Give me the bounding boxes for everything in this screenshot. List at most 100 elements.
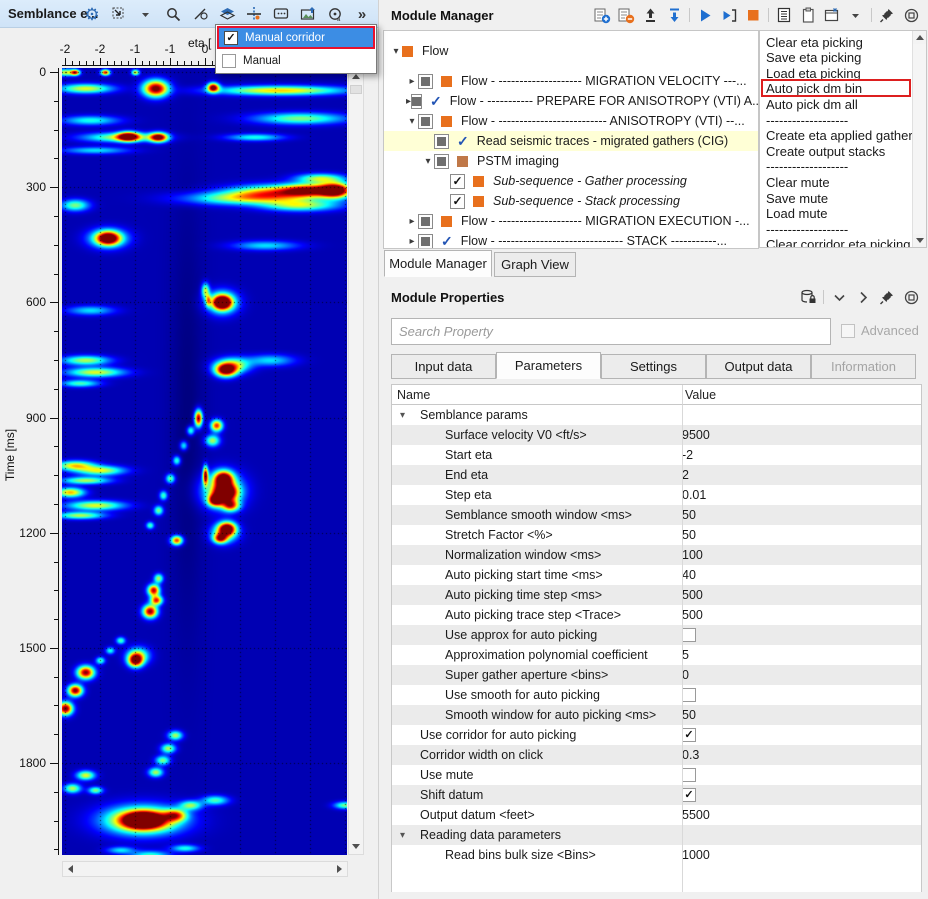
- expand-icon[interactable]: ▸: [406, 76, 418, 87]
- table-row[interactable]: Use mute: [392, 765, 921, 785]
- parameter-value[interactable]: 0.3: [682, 748, 699, 762]
- table-row[interactable]: Smooth window for auto picking <ms>50: [392, 705, 921, 725]
- partial-checkbox[interactable]: [418, 234, 433, 249]
- dropdown-item[interactable]: Manual: [217, 49, 375, 72]
- window-close-icon[interactable]: [823, 6, 841, 24]
- table-row[interactable]: Semblance smooth window <ms>50: [392, 505, 921, 525]
- tab-information[interactable]: Information: [811, 354, 916, 379]
- table-row[interactable]: Output datum <feet>5500: [392, 805, 921, 825]
- scroll-right-button[interactable]: [332, 862, 347, 876]
- column-header-name[interactable]: Name: [392, 385, 682, 405]
- parameter-value[interactable]: 500: [682, 588, 703, 602]
- layers-icon[interactable]: [217, 3, 237, 25]
- tree-row[interactable]: ▸✓Flow - ------------------------------ …: [384, 231, 758, 249]
- parameter-value[interactable]: 2: [682, 468, 689, 482]
- parameter-value[interactable]: 100: [682, 548, 703, 562]
- checked-checkbox[interactable]: ✓: [682, 788, 696, 802]
- more-chevrons-icon[interactable]: »: [352, 3, 372, 25]
- command-scroll-down[interactable]: [913, 234, 926, 247]
- checked-checkbox[interactable]: ✓: [450, 174, 465, 189]
- settings-gear-icon[interactable]: ⚙: [82, 3, 102, 25]
- vertical-scroll-thumb[interactable]: [350, 85, 362, 94]
- table-row[interactable]: Approximation polynomial coefficient5: [392, 645, 921, 665]
- advanced-checkbox[interactable]: [841, 324, 855, 338]
- table-row[interactable]: Auto picking start time <ms>40: [392, 565, 921, 585]
- table-row[interactable]: ▾Reading data parameters: [392, 825, 921, 845]
- tree-row[interactable]: ▸Flow - -------------------- MIGRATION V…: [384, 71, 758, 91]
- partial-checkbox[interactable]: [418, 214, 433, 229]
- parameter-value[interactable]: 9500: [682, 428, 710, 442]
- module-remove-icon[interactable]: [617, 6, 635, 24]
- command-scrollbar[interactable]: [912, 31, 926, 247]
- command-item[interactable]: Create output stacks: [766, 143, 885, 159]
- parameter-value[interactable]: 0: [682, 668, 689, 682]
- command-scroll-up[interactable]: [913, 31, 926, 44]
- crosshair-pick-icon[interactable]: [244, 3, 264, 25]
- image-export-icon[interactable]: [298, 3, 318, 25]
- parameter-value[interactable]: 5: [682, 648, 689, 662]
- module-add-icon[interactable]: [593, 6, 611, 24]
- clipboard-icon[interactable]: [799, 6, 817, 24]
- checked-checkbox[interactable]: ✓: [450, 194, 465, 209]
- parameter-value[interactable]: 5500: [682, 808, 710, 822]
- command-item[interactable]: Auto pick dm all: [766, 96, 858, 112]
- register-circle-icon[interactable]: a: [325, 3, 345, 25]
- pick-pen-icon[interactable]: [190, 3, 210, 25]
- run-to-icon[interactable]: [720, 6, 738, 24]
- chevron-down-icon[interactable]: [830, 288, 848, 306]
- command-item[interactable]: Clear corridor eta picking: [766, 237, 911, 248]
- search-property-input[interactable]: [391, 318, 831, 345]
- unchecked-checkbox[interactable]: [682, 628, 696, 642]
- table-row[interactable]: Use smooth for auto picking: [392, 685, 921, 705]
- collapse-icon[interactable]: ▾: [390, 46, 402, 57]
- unchecked-checkbox[interactable]: [682, 768, 696, 782]
- parameter-value[interactable]: 40: [682, 568, 696, 582]
- tree-row[interactable]: ✓Sub-sequence - Gather processing: [384, 171, 758, 191]
- db-lock-icon[interactable]: [799, 288, 817, 306]
- table-row[interactable]: Use approx for auto picking: [392, 625, 921, 645]
- table-row[interactable]: Shift datum✓: [392, 785, 921, 805]
- semblance-heatmap[interactable]: [62, 68, 347, 855]
- parameter-value[interactable]: -2: [682, 448, 693, 462]
- table-row[interactable]: Surface velocity V0 <ft/s>9500: [392, 425, 921, 445]
- tree-row[interactable]: ▸Flow - -------------------- MIGRATION E…: [384, 211, 758, 231]
- partial-checkbox[interactable]: [411, 94, 422, 109]
- table-row[interactable]: Normalization window <ms>100: [392, 545, 921, 565]
- pin-icon[interactable]: [878, 6, 896, 24]
- stop-square-icon[interactable]: [744, 6, 762, 24]
- command-item[interactable]: Save mute: [766, 190, 828, 206]
- table-row[interactable]: Auto picking time step <ms>500: [392, 585, 921, 605]
- table-row[interactable]: Super gather aperture <bins>0: [392, 665, 921, 685]
- command-item[interactable]: Clear eta picking: [766, 34, 863, 50]
- log-list-icon[interactable]: [775, 6, 793, 24]
- tree-row[interactable]: ✓Read seismic traces - migrated gathers …: [384, 131, 758, 151]
- checked-checkbox-icon[interactable]: ✓: [224, 31, 238, 45]
- table-row[interactable]: ▾Semblance params: [392, 405, 921, 425]
- import-down-icon[interactable]: [665, 6, 683, 24]
- pin-icon[interactable]: [878, 288, 896, 306]
- parameter-value[interactable]: 50: [682, 528, 696, 542]
- tab-parameters[interactable]: Parameters: [496, 352, 601, 379]
- tree-row[interactable]: ✓Sub-sequence - Stack processing: [384, 191, 758, 211]
- expand-icon[interactable]: ▸: [406, 216, 418, 227]
- caret-down-icon[interactable]: [136, 3, 156, 25]
- unchecked-checkbox[interactable]: [682, 688, 696, 702]
- command-item[interactable]: Clear mute: [766, 174, 830, 190]
- plot-vertical-scrollbar[interactable]: [348, 68, 364, 855]
- table-row[interactable]: Read bins bulk size <Bins>1000: [392, 845, 921, 865]
- table-row[interactable]: Step eta0.01: [392, 485, 921, 505]
- partial-checkbox[interactable]: [434, 134, 449, 149]
- run-play-icon[interactable]: [696, 6, 714, 24]
- column-divider[interactable]: [682, 405, 683, 892]
- parameter-value[interactable]: 1000: [682, 848, 710, 862]
- parameter-value[interactable]: 0.01: [682, 488, 706, 502]
- table-row[interactable]: Start eta-2: [392, 445, 921, 465]
- partial-checkbox[interactable]: [434, 154, 449, 169]
- partial-checkbox[interactable]: [418, 74, 433, 89]
- export-up-icon[interactable]: [641, 6, 659, 24]
- tree-row[interactable]: ▾Flow: [384, 41, 758, 61]
- group-collapse-icon[interactable]: ▾: [400, 830, 405, 841]
- parameter-value[interactable]: 50: [682, 708, 696, 722]
- collapse-icon[interactable]: ▾: [422, 156, 434, 167]
- dock-circle-icon[interactable]: [902, 6, 920, 24]
